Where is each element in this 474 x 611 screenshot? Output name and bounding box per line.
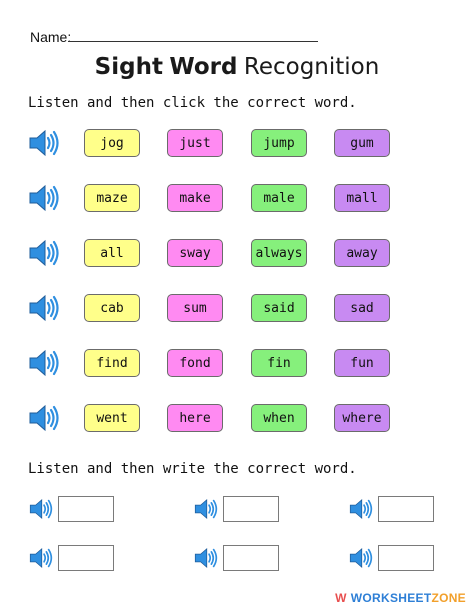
word-option-sway[interactable]: sway [167, 239, 223, 267]
speaker-icon[interactable] [27, 292, 61, 324]
speaker-icon[interactable] [28, 545, 54, 571]
word-option-just[interactable]: just [167, 129, 223, 157]
page-title: Sight Word Recognition [0, 53, 474, 80]
word-option-fond[interactable]: fond [167, 349, 223, 377]
word-option-find[interactable]: find [84, 349, 140, 377]
speaker-icon[interactable] [348, 496, 374, 522]
word-option-fin[interactable]: fin [251, 349, 307, 377]
word-row: maze make male mall [0, 184, 474, 214]
word-row: all sway always away [0, 239, 474, 269]
word-option-fun[interactable]: fun [334, 349, 390, 377]
answer-input[interactable] [223, 496, 279, 522]
watermark-text-worksheet: WORKSHEET [350, 591, 432, 605]
speaker-icon[interactable] [27, 237, 61, 269]
name-underline[interactable] [68, 41, 318, 42]
speaker-icon[interactable] [193, 545, 219, 571]
word-row: find fond fin fun [0, 349, 474, 379]
answer-input[interactable] [58, 545, 114, 571]
worksheetzone-logo: W [335, 591, 347, 605]
answer-input[interactable] [378, 545, 434, 571]
answer-input[interactable] [58, 496, 114, 522]
speaker-icon[interactable] [27, 347, 61, 379]
word-option-cab[interactable]: cab [84, 294, 140, 322]
word-row: cab sum said sad [0, 294, 474, 324]
word-option-jog[interactable]: jog [84, 129, 140, 157]
speaker-icon[interactable] [193, 496, 219, 522]
word-option-sad[interactable]: sad [334, 294, 390, 322]
speaker-icon[interactable] [28, 496, 54, 522]
write-row [0, 545, 474, 575]
word-option-here[interactable]: here [167, 404, 223, 432]
speaker-icon[interactable] [27, 402, 61, 434]
word-row: went here when where [0, 404, 474, 434]
word-option-said[interactable]: said [251, 294, 307, 322]
word-option-mall[interactable]: mall [334, 184, 390, 212]
word-option-all[interactable]: all [84, 239, 140, 267]
title-sight: Sight [94, 54, 163, 80]
worksheetzone-watermark: W WORKSHEETZONE [335, 591, 466, 605]
instruction-write: Listen and then write the correct word. [28, 461, 357, 477]
word-option-make[interactable]: make [167, 184, 223, 212]
answer-input[interactable] [223, 545, 279, 571]
word-option-gum[interactable]: gum [334, 129, 390, 157]
word-option-when[interactable]: when [251, 404, 307, 432]
watermark-text-zone: ZONE [431, 591, 466, 605]
title-word: Word [169, 54, 238, 80]
instruction-click: Listen and then click the correct word. [28, 95, 357, 111]
title-recognition: Recognition [243, 54, 380, 80]
word-option-away[interactable]: away [334, 239, 390, 267]
word-option-always[interactable]: always [251, 239, 307, 267]
speaker-icon[interactable] [27, 182, 61, 214]
write-row [0, 496, 474, 526]
speaker-icon[interactable] [348, 545, 374, 571]
word-option-went[interactable]: went [84, 404, 140, 432]
speaker-icon[interactable] [27, 127, 61, 159]
word-option-sum[interactable]: sum [167, 294, 223, 322]
word-row: jog just jump gum [0, 129, 474, 159]
word-option-where[interactable]: where [334, 404, 390, 432]
answer-input[interactable] [378, 496, 434, 522]
word-option-maze[interactable]: maze [84, 184, 140, 212]
name-field-label: Name: [30, 29, 72, 45]
word-option-male[interactable]: male [251, 184, 307, 212]
word-option-jump[interactable]: jump [251, 129, 307, 157]
